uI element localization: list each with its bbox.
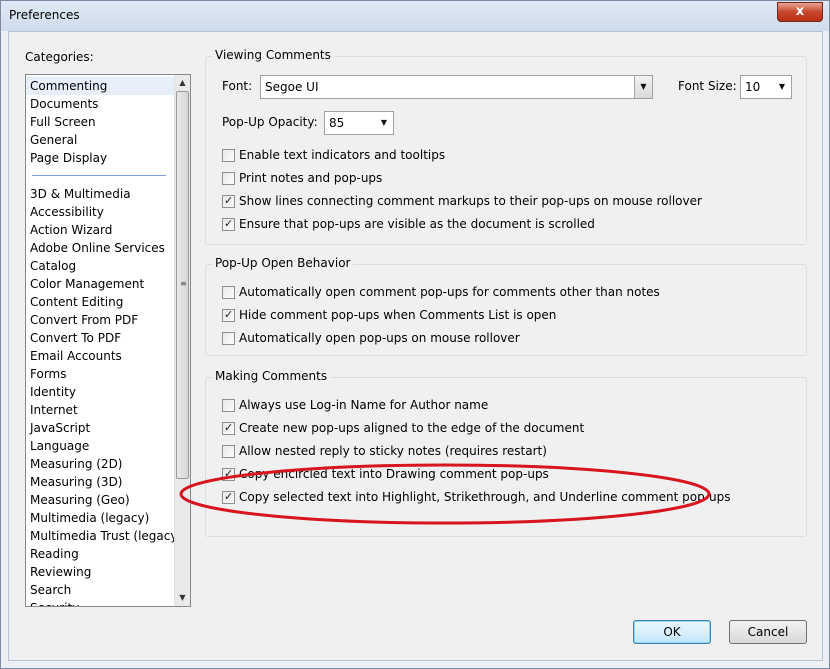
checkbox[interactable] (222, 286, 235, 299)
checkbox-label: Always use Log-in Name for Author name (239, 398, 489, 412)
chevron-down-icon: ▼ (634, 76, 652, 98)
checkbox[interactable] (222, 332, 235, 345)
font-size-select[interactable]: 10 ▼ (740, 75, 792, 99)
font-select[interactable]: Segoe UI ▼ (260, 75, 653, 99)
category-item[interactable]: Adobe Online Services (26, 239, 176, 257)
checkmark-icon: ✓ (224, 421, 234, 434)
viewing-comments-title: Viewing Comments (212, 48, 334, 62)
checkbox-label: Automatically open pop-ups on mouse roll… (239, 331, 520, 345)
checkmark-icon: ✓ (224, 194, 234, 207)
font-label: Font: (222, 79, 253, 93)
close-button[interactable]: x (777, 2, 823, 22)
checkmark-icon: ✓ (224, 217, 234, 230)
category-item[interactable]: Measuring (2D) (26, 455, 176, 473)
category-item[interactable]: Multimedia Trust (legacy) (26, 527, 182, 545)
categories-items: Commenting Documents Full Screen General Pag… (26, 77, 182, 606)
checkbox[interactable]: ✓ (222, 217, 235, 231)
checkbox-label: Print notes and pop-ups (239, 171, 383, 185)
font-size-value: 10 (745, 80, 761, 94)
checkmark-icon: ✓ (224, 490, 234, 503)
chevron-down-icon: ▼ (380, 118, 388, 127)
category-item[interactable]: Multimedia (legacy) (26, 509, 176, 527)
category-item[interactable]: Language (26, 437, 176, 455)
category-item[interactable]: Measuring (Geo) (26, 491, 176, 509)
categories-list[interactable]: Commenting Documents Full Screen General Pag… (25, 74, 191, 607)
category-item[interactable]: Internet (26, 401, 176, 419)
category-item[interactable]: Catalog (26, 257, 176, 275)
window-title: Preferences (9, 8, 80, 22)
category-item[interactable]: Email Accounts (26, 347, 176, 365)
category-item[interactable]: Documents (26, 95, 176, 113)
category-item[interactable]: Reviewing (26, 563, 176, 581)
font-value: Segoe UI (265, 80, 319, 94)
categories-scrollbar[interactable]: ▲ ≡ ▼ (174, 75, 190, 606)
checkbox[interactable]: ✓ (222, 308, 235, 322)
category-item[interactable]: Convert From PDF (26, 311, 176, 329)
checkbox[interactable]: ✓ (222, 421, 235, 435)
checkbox-label: Hide comment pop-ups when Comments List … (239, 308, 557, 322)
chevron-down-icon: ▼ (778, 82, 786, 91)
viewing-comments-group: Viewing Comments Font: Segoe UI ▼ Font S… (205, 48, 807, 245)
category-item[interactable]: Action Wizard (26, 221, 176, 239)
category-item[interactable]: Full Screen (26, 113, 176, 131)
category-item[interactable]: Content Editing (26, 293, 176, 311)
preferences-dialog: Preferences x Categories: Commenting Docu… (0, 0, 830, 669)
category-item[interactable]: Forms (26, 365, 176, 383)
checkmark-icon: ✓ (224, 308, 234, 321)
category-item[interactable]: Search (26, 581, 176, 599)
category-item[interactable]: Convert To PDF (26, 329, 176, 347)
making-comments-title: Making Comments (212, 369, 331, 383)
checkbox[interactable]: ✓ (222, 490, 235, 504)
popup-behavior-group: Pop-Up Open Behavior Automatically open … (205, 256, 807, 356)
scroll-up-icon[interactable]: ▲ (175, 75, 190, 91)
opacity-label: Pop-Up Opacity: (222, 115, 318, 129)
category-separator (32, 175, 166, 176)
category-item[interactable]: Security (26, 599, 176, 606)
font-size-label: Font Size: (678, 79, 737, 93)
checkbox-label: Copy encircled text into Drawing comment… (239, 467, 549, 481)
category-item[interactable]: Reading (26, 545, 176, 563)
category-item[interactable]: Color Management (26, 275, 176, 293)
making-comments-group: Making Comments Always use Log-in Name f… (205, 369, 807, 537)
scroll-thumb[interactable]: ≡ (176, 91, 189, 479)
category-item[interactable]: Identity (26, 383, 176, 401)
opacity-value: 85 (329, 116, 345, 130)
opacity-select[interactable]: 85 ▼ (324, 111, 394, 135)
checkbox-label: Ensure that pop-ups are visible as the d… (239, 217, 595, 231)
checkbox[interactable] (222, 399, 235, 412)
checkbox[interactable]: ✓ (222, 194, 235, 208)
checkbox-label: Create new pop-ups aligned to the edge o… (239, 421, 585, 435)
popup-behavior-title: Pop-Up Open Behavior (212, 256, 354, 270)
checkbox-label: Show lines connecting comment markups to… (239, 194, 702, 208)
title-bar[interactable]: Preferences x (1, 1, 829, 31)
checkbox-label: Enable text indicators and tooltips (239, 148, 446, 162)
dialog-body: Categories: Commenting Documents Full Scre… (8, 31, 823, 661)
scroll-down-icon[interactable]: ▼ (175, 590, 190, 606)
grip-icon: ≡ (180, 279, 187, 288)
checkbox[interactable]: ✓ (222, 467, 235, 481)
checkbox[interactable] (222, 172, 235, 185)
checkmark-icon: ✓ (224, 467, 234, 480)
category-item[interactable]: Commenting (26, 77, 176, 95)
checkbox-label: Automatically open comment pop-ups for c… (239, 285, 660, 299)
categories-label: Categories: (25, 50, 94, 64)
checkbox-label: Copy selected text into Highlight, Strik… (239, 490, 731, 504)
category-item[interactable]: 3D & Multimedia (26, 185, 176, 203)
checkbox[interactable] (222, 149, 235, 162)
ok-button[interactable]: OK (633, 620, 711, 644)
category-item[interactable]: General (26, 131, 176, 149)
category-item[interactable]: Page Display (26, 149, 176, 167)
checkbox[interactable] (222, 445, 235, 458)
cancel-button[interactable]: Cancel (729, 620, 807, 644)
category-item[interactable]: JavaScript (26, 419, 176, 437)
category-item[interactable]: Accessibility (26, 203, 176, 221)
checkbox-label: Allow nested reply to sticky notes (requ… (239, 444, 547, 458)
category-item[interactable]: Measuring (3D) (26, 473, 176, 491)
